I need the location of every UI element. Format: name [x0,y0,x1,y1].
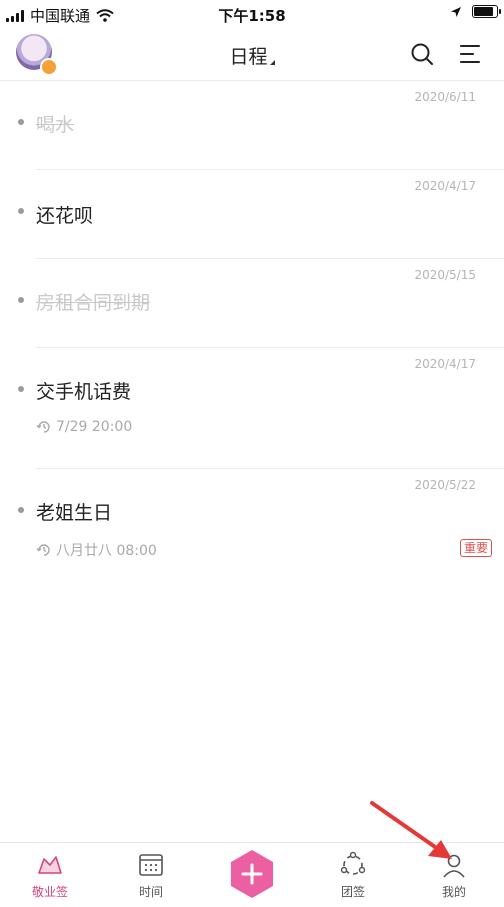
location-arrow-icon [451,6,461,17]
nav-label: 敬业签 [31,885,68,899]
list-item[interactable]: 2020/5/15 房租合同到期 [0,259,504,348]
list-item[interactable]: 2020/6/11 喝水 [0,81,504,170]
status-time: 下午1:58 [218,7,286,25]
item-title: 房租合同到期 [36,292,151,314]
item-title: 喝水 [36,114,75,136]
item-bullet [18,297,24,303]
item-reminder: 八月廿八 08:00 [36,540,157,560]
schedule-list: 2020/6/11 喝水 2020/4/17 还花呗 2020/5/15 房租合… [0,81,504,579]
add-button[interactable] [229,849,275,899]
status-bar: 中国联通 下午1:58 [0,0,504,30]
status-right [450,5,501,18]
repeat-alarm-icon [36,421,50,433]
app-header: 日程 [0,30,504,81]
nav-label: 团签 [340,885,365,899]
item-bullet [18,208,24,214]
list-item[interactable]: 2020/5/22 老姐生日 八月廿八 08:00 重要 [0,469,504,579]
nav-label: 时间 [138,885,163,899]
item-bullet [18,386,24,392]
nav-label: 我的 [441,885,466,899]
note-icon [38,856,62,874]
item-bullet [18,507,24,513]
item-title: 还花呗 [36,205,94,227]
nav-item-time[interactable]: 时间 [111,843,191,900]
team-icon [340,851,366,875]
search-icon[interactable] [410,42,434,66]
title-dropdown-icon [269,60,275,65]
pointer-arrow-icon [370,801,452,859]
bottom-nav: 敬业签 时间 团签 我的 [0,801,504,907]
item-reminder: 7/29 20:00 [36,419,132,435]
item-date: 2020/4/17 [414,179,476,193]
item-date: 2020/5/22 [414,478,476,492]
menu-icon[interactable] [458,42,482,66]
item-bullet [18,119,24,125]
list-item[interactable]: 2020/4/17 还花呗 [0,170,504,259]
battery-icon [472,5,501,18]
list-item[interactable]: 2020/4/17 交手机话费 7/29 20:00 [0,348,504,469]
important-tag: 重要 [459,539,492,557]
reminder-time: 7/29 20:00 [56,419,133,435]
item-date: 2020/4/17 [414,357,476,371]
calendar-icon [139,854,163,876]
page-title-text: 日程 [229,46,268,68]
item-date: 2020/6/11 [414,90,476,104]
item-title: 交手机话费 [36,381,132,403]
reminder-time: 八月廿八 08:00 [56,543,157,559]
nav-item-jingyeqian[interactable]: 敬业签 [10,843,90,900]
lunar-repeat-alarm-icon [36,544,50,556]
item-title: 老姐生日 [36,502,113,524]
item-date: 2020/5/15 [414,268,476,282]
